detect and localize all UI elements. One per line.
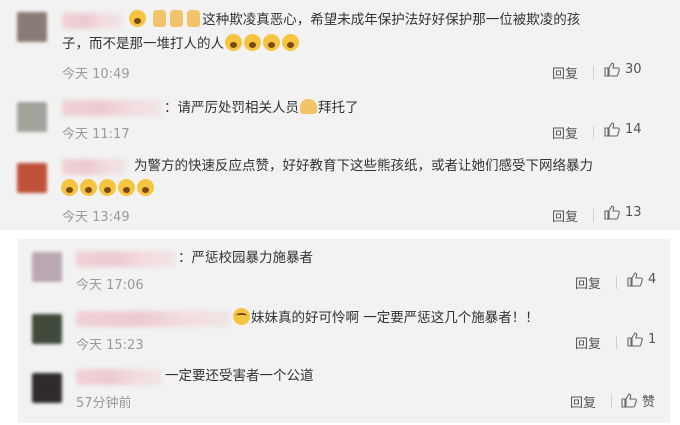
thumb-up-icon — [627, 332, 643, 347]
reply-button[interactable]: 回复 — [570, 392, 596, 411]
thumb-up-icon — [604, 62, 620, 77]
pray-emoji-icon — [300, 99, 317, 114]
avatar[interactable] — [17, 102, 47, 132]
like-button[interactable]: 4 — [627, 272, 656, 287]
face-emoji-icon — [61, 179, 78, 196]
comment-text: 为警方的快速反应点赞，好好教育下这些熊孩纸，或者让她们感受下网络暴力 — [134, 158, 593, 174]
thumb-up-icon — [621, 393, 637, 408]
divider — [593, 126, 594, 139]
divider — [616, 336, 617, 349]
comment-text: 这种欺凌真恶心，希望未成年保护法好好保护那一位被欺凌的孩 — [128, 9, 580, 31]
comment-text: 妹妹真的好可怜啊 一定要严惩这几个施暴者！！ — [232, 307, 539, 329]
like-button[interactable]: 1 — [627, 332, 656, 347]
comment-time: 今天 15:23 — [76, 338, 144, 353]
thumb-emoji-icon — [170, 10, 184, 27]
avatar[interactable] — [32, 373, 62, 403]
comment-text: ：严惩校园暴力施暴者 — [178, 250, 313, 266]
comment-panel-top: 这种欺凌真恶心，希望未成年保护法好好保护那一位被欺凌的孩 子，而不是那一堆打人的… — [0, 0, 680, 230]
thumb-up-icon — [604, 205, 620, 220]
like-button[interactable]: 30 — [604, 62, 642, 77]
divider — [593, 66, 594, 79]
reply-button[interactable]: 回复 — [552, 123, 578, 142]
face-emoji-icon — [118, 179, 135, 196]
thumb-emoji-icon — [153, 10, 167, 27]
face-emoji-icon — [282, 34, 299, 51]
like-button[interactable]: 赞 — [621, 391, 655, 410]
thumb-emoji-icon — [187, 10, 201, 27]
comment-time: 今天 11:17 — [62, 127, 130, 142]
username[interactable] — [62, 13, 122, 29]
comment-time: 今天 10:49 — [62, 67, 130, 82]
comment-panel-bottom: ：严惩校园暴力施暴者 今天 17:06 回复 4 妹妹真的好可怜啊 一定要严惩这… — [18, 239, 670, 423]
username[interactable] — [62, 159, 126, 175]
username[interactable] — [76, 369, 162, 385]
face-emoji-icon — [80, 179, 97, 196]
avatar[interactable] — [32, 314, 62, 344]
comment-time: 今天 13:49 — [62, 210, 130, 225]
reply-button[interactable]: 回复 — [575, 273, 601, 292]
face-emoji-icon — [129, 10, 146, 27]
face-emoji-icon — [99, 179, 116, 196]
thumb-up-icon — [627, 272, 643, 287]
avatar[interactable] — [17, 12, 47, 42]
avatar[interactable] — [32, 252, 62, 282]
username[interactable] — [76, 251, 176, 267]
face-emoji-icon — [225, 34, 242, 51]
like-button[interactable]: 14 — [604, 122, 642, 137]
avatar[interactable] — [17, 163, 47, 193]
reply-button[interactable]: 回复 — [575, 333, 601, 352]
reply-button[interactable]: 回复 — [552, 206, 578, 225]
face-emoji-icon — [137, 179, 154, 196]
comment-time: 57分钟前 — [76, 396, 132, 411]
face-emoji-icon — [263, 34, 280, 51]
comment-text: 一定要还受害者一个公道 — [165, 368, 314, 384]
like-button[interactable]: 13 — [604, 205, 642, 220]
comment-emojis — [60, 178, 155, 200]
divider — [611, 395, 612, 408]
username[interactable] — [76, 311, 230, 327]
thumb-up-icon — [604, 122, 620, 137]
reply-button[interactable]: 回复 — [552, 63, 578, 82]
face-emoji-icon — [244, 34, 261, 51]
divider — [616, 276, 617, 289]
comment-text-cont: 子，而不是那一堆打人的人 — [62, 33, 300, 55]
divider — [593, 209, 594, 222]
crying-emoji-icon — [233, 308, 250, 325]
comment-time: 今天 17:06 — [76, 278, 144, 293]
username[interactable] — [62, 100, 162, 116]
comment-text: ：请严厉处罚相关人员 拜托了 — [164, 99, 359, 116]
